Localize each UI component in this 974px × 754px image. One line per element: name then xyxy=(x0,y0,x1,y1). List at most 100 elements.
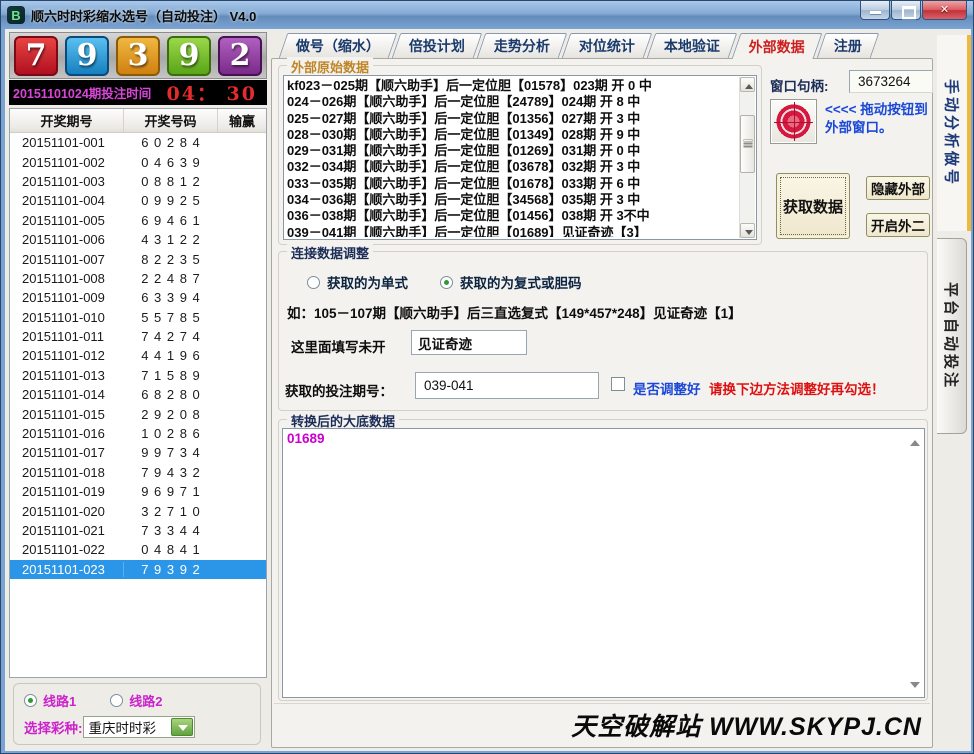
main-tab[interactable]: 对位统计 xyxy=(562,33,653,58)
table-row[interactable]: 20151101-006 4 3 1 2 2 xyxy=(10,230,266,249)
cell-code: 7 9 4 3 2 xyxy=(124,465,218,480)
raw-data-line: 028－030期【顺六助手】后一定位胆【01349】028期 开 9 中 xyxy=(287,127,736,143)
textarea-scroll-up-icon[interactable] xyxy=(910,435,920,446)
window-body: 7 9 3 9 2 20151101024期投注时间 04： 30 开奖期号 开… xyxy=(5,29,971,751)
cell-period: 20151101-010 xyxy=(10,310,124,325)
window-handle-field[interactable]: 3673264 xyxy=(849,70,933,93)
minimize-icon[interactable] xyxy=(860,1,890,20)
table-row[interactable]: 20151101-008 2 2 4 8 7 xyxy=(10,269,266,288)
cell-code: 3 2 7 1 0 xyxy=(124,504,218,519)
column-header-winloss: 输赢 xyxy=(218,109,266,132)
raw-data-line: 039－041期【顺六助手】后一定位胆【01689】见证奇迹【3】 xyxy=(287,225,736,237)
table-row[interactable]: 20151101-002 0 4 6 3 9 xyxy=(10,152,266,171)
table-row[interactable]: 20151101-003 0 8 8 1 2 xyxy=(10,172,266,191)
table-row[interactable]: 20151101-021 7 3 3 4 4 xyxy=(10,521,266,540)
table-row[interactable]: 20151101-010 5 5 7 8 5 xyxy=(10,308,266,327)
adjust-warning-text: 请换下边方法调整好再勾选！ xyxy=(709,378,885,398)
listbox-scrollbar[interactable] xyxy=(739,77,755,238)
table-row[interactable]: 20151101-018 7 9 4 3 2 xyxy=(10,463,266,482)
cell-code: 4 4 1 9 6 xyxy=(124,348,218,363)
bet-period-field[interactable]: 039-041 xyxy=(415,372,599,399)
route2-label: 线路2 xyxy=(129,691,162,710)
table-row[interactable]: 20151101-013 7 1 5 8 9 xyxy=(10,366,266,385)
lottery-ball: 3 xyxy=(116,36,160,76)
lottery-ball: 9 xyxy=(167,36,211,76)
open-external2-button[interactable]: 开启外二 xyxy=(866,213,930,237)
table-row[interactable]: 20151101-001 6 0 2 8 4 xyxy=(10,133,266,152)
cell-period: 20151101-008 xyxy=(10,271,124,286)
cell-period: 20151101-011 xyxy=(10,329,124,344)
cell-period: 20151101-013 xyxy=(10,368,124,383)
scroll-down-icon[interactable] xyxy=(740,223,755,238)
table-row[interactable]: 20151101-017 9 9 7 3 4 xyxy=(10,443,266,462)
raw-data-listbox[interactable]: kf023－025期【顺六助手】后一定位胆【01578】023期 开 0 中 0… xyxy=(283,75,757,240)
table-body: 20151101-001 6 0 2 8 4 20151101-002 0 4 … xyxy=(10,133,266,579)
lottery-ball: 2 xyxy=(218,36,262,76)
table-row[interactable]: 20151101-004 0 9 9 2 5 xyxy=(10,191,266,210)
hide-external-button[interactable]: 隐藏外部 xyxy=(866,176,930,200)
scroll-up-icon[interactable] xyxy=(740,77,755,92)
cell-period: 20151101-018 xyxy=(10,465,124,480)
lottery-type-select[interactable]: 重庆时时彩 xyxy=(83,716,195,738)
cell-code: 2 9 2 0 8 xyxy=(124,407,218,422)
converted-data-content: 01689 xyxy=(287,431,325,446)
main-tab[interactable]: 外部数据 xyxy=(732,33,823,59)
raw-data-line: kf023－025期【顺六助手】后一定位胆【01578】023期 开 0 中 xyxy=(287,78,736,94)
table-row[interactable]: 20151101-015 2 9 2 0 8 xyxy=(10,404,266,423)
fetch-data-button[interactable]: 获取数据 xyxy=(776,173,850,239)
main-tab[interactable]: 走势分析 xyxy=(477,33,568,58)
draw-results-table[interactable]: 开奖期号 开奖号码 输赢 20151101-001 6 0 2 8 4 2015… xyxy=(9,108,267,678)
countdown-time: 04： 30 xyxy=(167,79,264,106)
format-example-text: 如：105－107期【顺六助手】后三直选复式【149*457*248】见证奇迹【… xyxy=(287,302,742,322)
raw-data-line: 034－036期【顺六助手】后一定位胆【34568】035期 开 3 中 xyxy=(287,192,736,208)
main-tab[interactable]: 倍投计划 xyxy=(392,33,483,58)
table-row[interactable]: 20151101-023 7 9 3 9 2 xyxy=(10,560,266,579)
main-tab[interactable]: 注册 xyxy=(817,33,880,58)
adjusted-checkbox-label: 是否调整好 xyxy=(633,378,701,398)
textarea-scroll-down-icon[interactable] xyxy=(910,682,920,693)
table-row[interactable]: 20151101-005 6 9 4 6 1 xyxy=(10,211,266,230)
converted-data-textarea[interactable]: 01689 xyxy=(282,428,925,698)
chevron-down-icon[interactable] xyxy=(171,718,193,736)
main-tab[interactable]: 本地验证 xyxy=(647,33,738,58)
cell-code: 0 4 6 3 9 xyxy=(124,155,218,170)
table-row[interactable]: 20151101-016 1 0 2 8 6 xyxy=(10,424,266,443)
bullseye-icon xyxy=(776,104,811,139)
cell-period: 20151101-017 xyxy=(10,445,124,460)
table-row[interactable]: 20151101-011 7 4 2 7 4 xyxy=(10,327,266,346)
cell-code: 0 9 9 2 5 xyxy=(124,193,218,208)
table-row[interactable]: 20151101-022 0 4 8 4 1 xyxy=(10,540,266,559)
side-tab[interactable]: 平台自动投注 xyxy=(937,238,967,434)
main-tab[interactable]: 做号（缩水） xyxy=(279,33,398,58)
table-row[interactable]: 20151101-007 8 2 2 3 5 xyxy=(10,249,266,268)
cell-code: 2 2 4 8 7 xyxy=(124,271,218,286)
table-row[interactable]: 20151101-020 3 2 7 1 0 xyxy=(10,501,266,520)
line-and-lottery-group: 线路1 线路2 选择彩种: 重庆时时彩 xyxy=(13,683,261,745)
adjusted-checkbox[interactable] xyxy=(611,377,625,391)
multi-format-radio[interactable] xyxy=(440,276,453,289)
window-title: 顺六时时彩缩水选号（自动投注） V4.0 xyxy=(31,6,256,25)
maximize-icon[interactable] xyxy=(891,1,921,20)
notopen-field[interactable]: 见证奇迹 xyxy=(411,330,527,355)
drag-target-button[interactable] xyxy=(770,99,817,144)
cell-code: 7 1 5 8 9 xyxy=(124,368,218,383)
cell-period: 20151101-007 xyxy=(10,252,124,267)
raw-data-line: 025－027期【顺六助手】后一定位胆【01356】027期 开 3 中 xyxy=(287,111,736,127)
side-tab[interactable]: 手动分析做号 xyxy=(937,35,971,231)
cell-period: 20151101-004 xyxy=(10,193,124,208)
cell-period: 20151101-012 xyxy=(10,348,124,363)
tab-label: 注册 xyxy=(834,36,862,56)
close-icon[interactable] xyxy=(922,1,967,20)
table-row[interactable]: 20151101-019 9 6 9 7 1 xyxy=(10,482,266,501)
single-format-radio[interactable] xyxy=(307,276,320,289)
converted-data-group: 转换后的大底数据 01689 xyxy=(278,419,928,701)
table-row[interactable]: 20151101-012 4 4 1 9 6 xyxy=(10,346,266,365)
scrollbar-thumb[interactable] xyxy=(740,115,755,173)
route2-radio[interactable] xyxy=(110,694,123,707)
raw-data-line: 036－038期【顺六助手】后一定位胆【01456】038期 开 3不中 xyxy=(287,208,736,224)
cell-period: 20151101-006 xyxy=(10,232,124,247)
table-row[interactable]: 20151101-009 6 3 3 9 4 xyxy=(10,288,266,307)
route1-radio[interactable] xyxy=(24,694,37,707)
table-row[interactable]: 20151101-014 6 8 2 8 0 xyxy=(10,385,266,404)
cell-period: 20151101-002 xyxy=(10,155,124,170)
